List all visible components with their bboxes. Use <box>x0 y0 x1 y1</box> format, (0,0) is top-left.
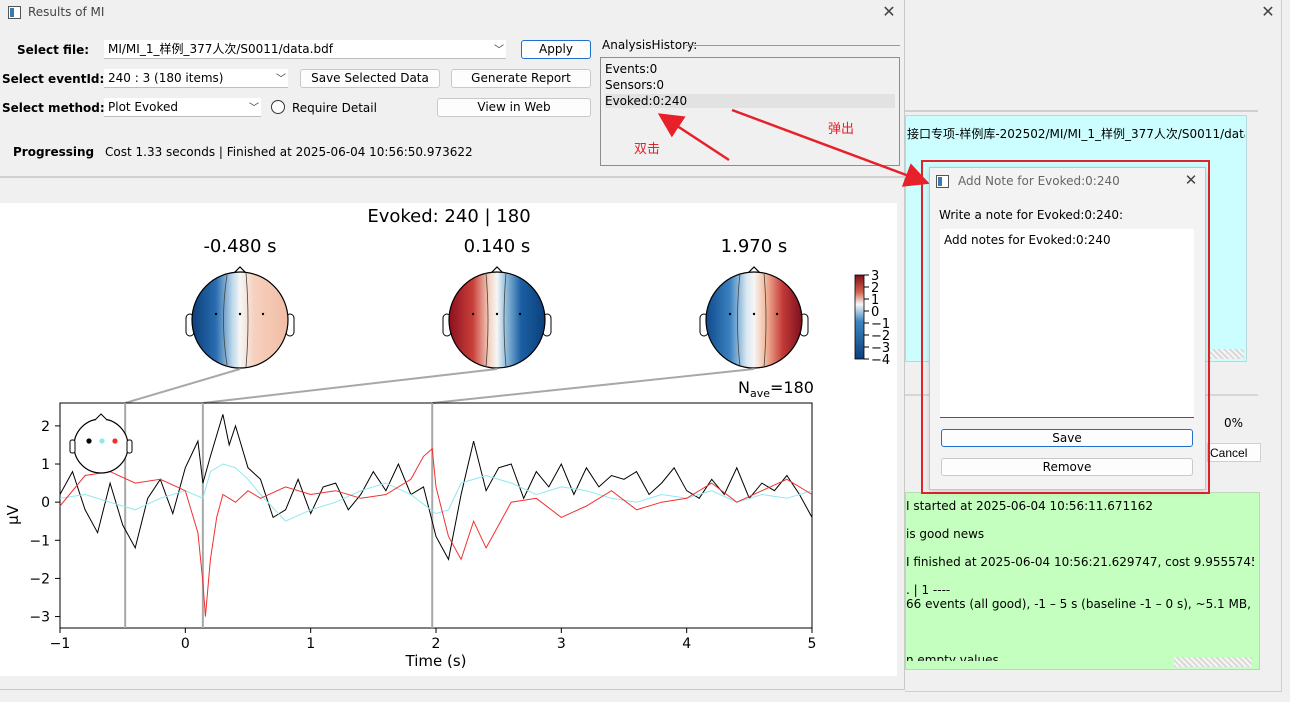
x-tick-label: 3 <box>557 636 566 652</box>
plot-axes-frame <box>59 402 813 629</box>
file-select[interactable]: MI/MI_1_样例_377人次/S0011/data.bdf ﹀ <box>104 40 506 59</box>
cancel-button[interactable]: Cancel <box>1207 443 1261 462</box>
y-tick-label: 0 <box>41 495 50 511</box>
save-selected-data-button[interactable]: Save Selected Data <box>300 69 440 88</box>
background-separator <box>905 110 1258 112</box>
series-line-3 <box>59 447 813 617</box>
nave-value: =180 <box>770 378 814 397</box>
annotation-double-click: 双击 <box>634 142 661 157</box>
nave-n: N <box>738 378 750 397</box>
y-tick-label: −2 <box>29 571 50 587</box>
history-item-sensors[interactable]: Sensors:0 <box>605 78 895 92</box>
y-axis-ticks: −3 −2 −1 0 1 2 <box>29 419 60 626</box>
app-icon <box>8 6 21 19</box>
nave-sub: ave <box>750 387 770 400</box>
log-line: is good news <box>906 527 985 541</box>
background-path-text: 接口专项-样例库-202502/MI/MI_1_样例_377人次/S0011/d… <box>907 127 1245 141</box>
select-method-label: Select method: <box>2 101 105 115</box>
topomap-time-label: -0.480 s <box>203 236 276 257</box>
history-item-evoked[interactable]: Evoked:0:240 <box>605 94 895 108</box>
colorbar-tick-label: −4 <box>871 353 890 368</box>
evoked-figure-svg: Evoked: 240 | 180 -0.480 s 0.140 s 1.970… <box>4 206 890 670</box>
sensor-dot-cyan <box>99 438 105 444</box>
dialog-close-button[interactable]: ✕ <box>1180 170 1202 192</box>
background-close-button[interactable]: ✕ <box>1257 2 1279 24</box>
main-separator <box>0 176 905 178</box>
log-scrollbar-handle[interactable] <box>1174 657 1252 667</box>
y-tick-label: 2 <box>41 419 50 435</box>
dialog-title: Add Note for Evoked:0:240 <box>958 174 1120 188</box>
topomap-connector-line <box>432 368 755 404</box>
require-detail-radio[interactable] <box>271 100 285 114</box>
require-detail-label: Require Detail <box>292 101 377 115</box>
y-tick-label: −3 <box>29 610 50 626</box>
nave-label: Nave=180 <box>738 378 814 400</box>
x-tick-label: 2 <box>432 636 441 652</box>
topomap-time-label: 1.970 s <box>721 236 788 257</box>
sensor-dot-black <box>86 438 92 444</box>
file-select-value: MI/MI_1_样例_377人次/S0011/data.bdf <box>108 42 333 56</box>
select-file-label: Select file: <box>17 43 90 57</box>
log-line: 66 events (all good), -1 – 5 s (baseline… <box>906 597 1254 611</box>
x-tick-label: 0 <box>181 636 190 652</box>
topomap-1: -0.480 s <box>185 236 295 369</box>
log-line: . | 1 ---- <box>906 583 951 597</box>
save-button[interactable]: Save <box>941 429 1193 447</box>
topomap-time-label: 0.140 s <box>464 236 531 257</box>
topomap-3: 1.970 s <box>699 236 809 369</box>
log-panel: I started at 2025-06-04 10:56:11.671162 … <box>905 492 1260 670</box>
colorbar-ticks: 3210−1−2−3−4 <box>864 269 890 368</box>
window-title: Results of MI <box>28 5 105 19</box>
sensor-dot-red <box>112 438 118 444</box>
chevron-down-icon: ﹀ <box>494 45 504 56</box>
log-line: I finished at 2025-06-04 10:56:21.629747… <box>906 555 1254 569</box>
y-axis-label: μV <box>4 504 22 525</box>
x-axis-label: Time (s) <box>405 652 467 670</box>
method-select[interactable]: Plot Evoked ﹀ <box>104 98 261 117</box>
sensor-legend-head <box>69 413 133 474</box>
annotation-popup: 弹出 <box>828 122 855 137</box>
history-item-events[interactable]: Events:0 <box>605 62 895 76</box>
generate-report-button[interactable]: Generate Report <box>451 69 591 88</box>
select-eventid-label: Select eventId: <box>2 72 105 86</box>
eventid-select[interactable]: 240 : 3 (180 items) ﹀ <box>104 69 288 88</box>
colorbar: 3210−1−2−3−4 <box>854 269 890 368</box>
dialog-app-icon <box>936 175 949 188</box>
apply-button[interactable]: Apply <box>521 40 591 59</box>
time-markers <box>124 403 434 628</box>
x-tick-label: 1 <box>306 636 315 652</box>
note-textarea[interactable]: Add notes for Evoked:0:240 <box>940 229 1194 418</box>
topomap-connector-line <box>202 368 498 404</box>
x-tick-label: 4 <box>682 636 691 652</box>
y-tick-label: −1 <box>29 533 50 549</box>
chevron-down-icon: ﹀ <box>249 103 259 114</box>
history-title-rule <box>686 45 900 46</box>
eventid-select-value: 240 : 3 (180 items) <box>108 71 224 85</box>
x-tick-label: 5 <box>808 636 817 652</box>
remove-button[interactable]: Remove <box>941 458 1193 476</box>
x-tick-label: −1 <box>50 636 71 652</box>
progressing-label: Progressing <box>13 145 95 159</box>
progress-status-text: Cost 1.33 seconds | Finished at 2025-06-… <box>105 145 473 159</box>
log-line: I started at 2025-06-04 10:56:11.671162 <box>906 499 1154 513</box>
chevron-down-icon: ﹀ <box>276 74 286 85</box>
evoked-figure: Evoked: 240 | 180 -0.480 s 0.140 s 1.970… <box>0 203 897 676</box>
topomap-connector-line <box>124 368 241 404</box>
dialog-prompt: Write a note for Evoked:0:240: <box>939 208 1124 222</box>
progress-percent: 0% <box>1224 416 1244 430</box>
y-tick-label: 1 <box>41 457 50 473</box>
topomap-2: 0.140 s <box>442 236 552 369</box>
topomap-connectors <box>124 368 755 404</box>
chart-title: Evoked: 240 | 180 <box>367 206 530 227</box>
analysis-history-title: AnalysisHistory: <box>602 38 698 52</box>
scrollbar-handle[interactable] <box>1210 349 1244 359</box>
window-close-button[interactable]: ✕ <box>878 2 900 24</box>
view-in-web-button[interactable]: View in Web <box>437 98 591 117</box>
x-axis-ticks: −1 0 1 2 3 4 5 <box>50 628 817 652</box>
method-select-value: Plot Evoked <box>108 100 178 114</box>
evoked-series <box>59 414 813 617</box>
